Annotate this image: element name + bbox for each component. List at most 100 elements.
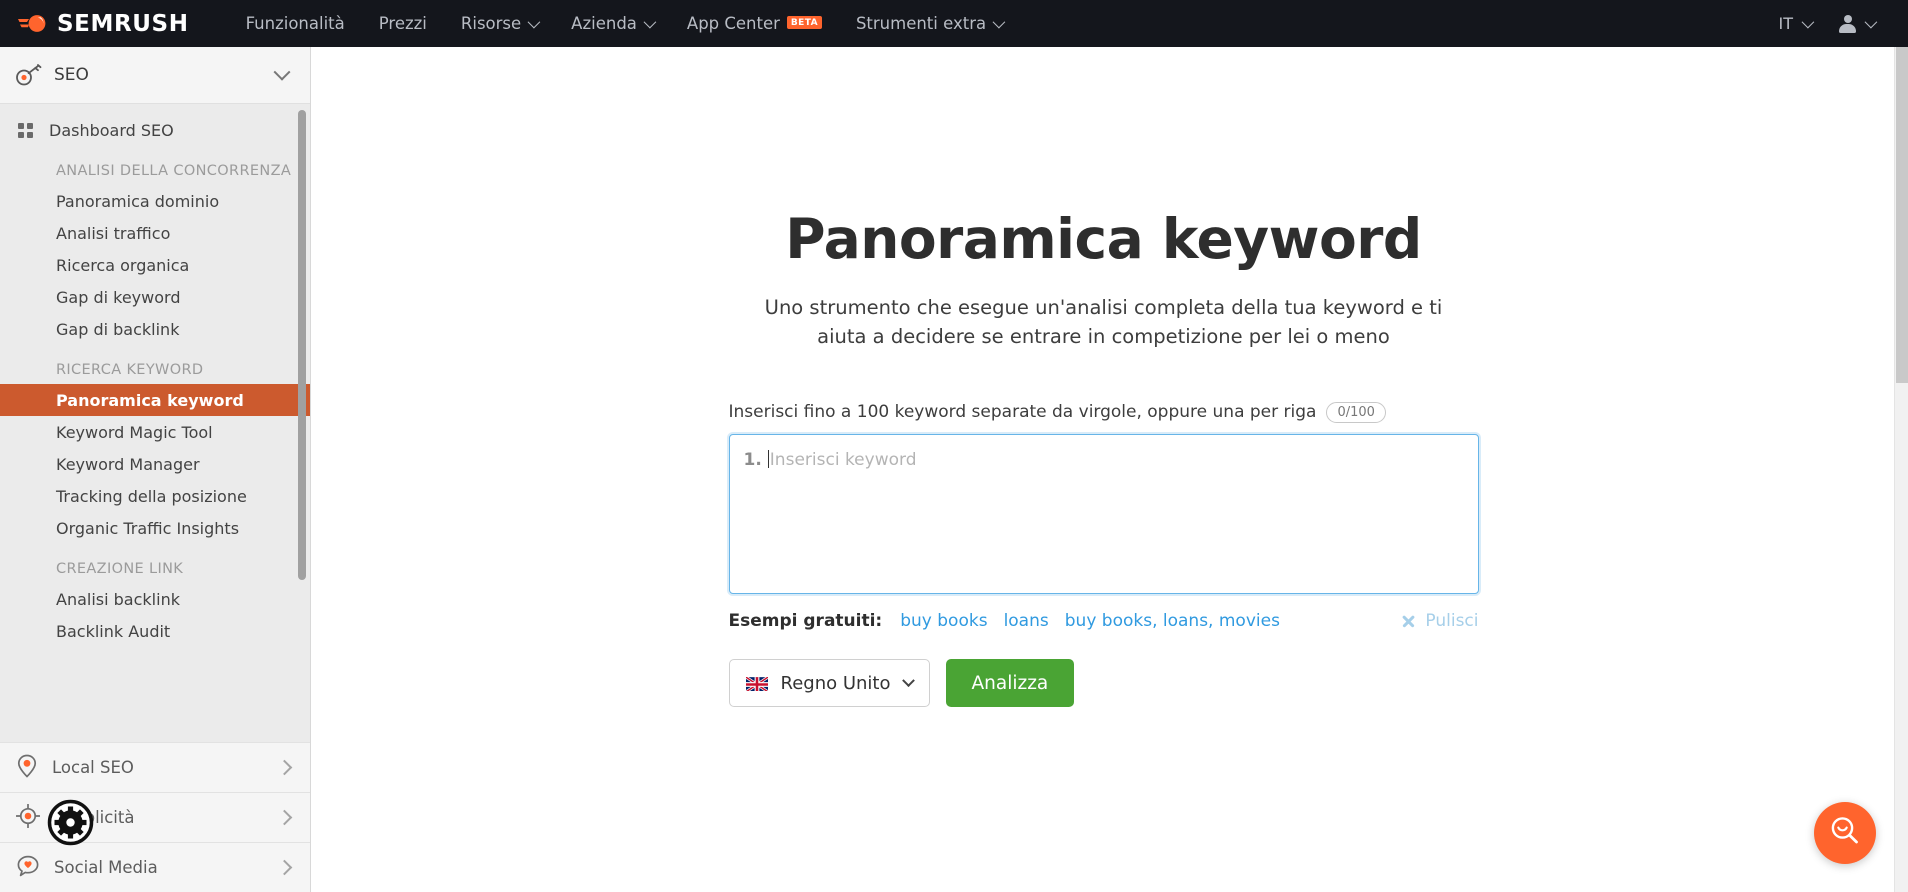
example-link-loans[interactable]: loans	[1004, 611, 1049, 631]
sidebar: SEO Dashboard SEO ANALISI DELLA CONCORRE…	[0, 47, 311, 892]
topnav-item-azienda[interactable]: Azienda	[554, 0, 670, 47]
line-number: 1.	[743, 450, 762, 471]
sidebar-item-keyword-magic-tool[interactable]: Keyword Magic Tool	[0, 416, 310, 448]
top-navigation: Funzionalità Prezzi Risorse Azienda App …	[229, 0, 1020, 47]
sidebar-item-label: Panoramica dominio	[56, 191, 220, 211]
top-header-right: IT	[1767, 0, 1908, 47]
keyword-counter-badge: 0/100	[1326, 401, 1386, 424]
page-subtitle: Uno strumento che esegue un'analisi comp…	[764, 296, 1443, 349]
account-menu[interactable]	[1827, 0, 1886, 47]
sidebar-group-analisi-concorrenza: ANALISI DELLA CONCORRENZA	[56, 163, 292, 179]
sidebar-item-label: Ricerca organica	[56, 255, 190, 275]
sidebar-item-ricerca-organica[interactable]: Ricerca organica	[0, 249, 310, 281]
clear-button[interactable]: Pulisci	[1401, 611, 1478, 631]
semrush-logo[interactable]: SEMRUSH	[18, 11, 189, 37]
sidebar-item-dashboard-seo[interactable]: Dashboard SEO	[0, 114, 310, 146]
topnav-label: Azienda	[571, 14, 637, 33]
top-header: SEMRUSH Funzionalità Prezzi Risorse Azie…	[0, 0, 1908, 47]
chevron-down-icon	[1801, 15, 1815, 29]
grid-icon	[18, 122, 33, 138]
topnav-item-app-center[interactable]: App Center BETA	[670, 0, 839, 47]
language-label: IT	[1778, 14, 1794, 33]
page-scrollbar-thumb[interactable]	[1896, 47, 1908, 383]
chevron-right-icon	[276, 859, 293, 876]
chevron-right-icon	[276, 809, 293, 826]
chevron-down-icon	[643, 15, 657, 29]
sidebar-item-organic-traffic-insights[interactable]: Organic Traffic Insights	[0, 512, 310, 544]
chevron-down-icon	[992, 15, 1006, 29]
sidebar-nav-scroll: Dashboard SEO ANALISI DELLA CONCORRENZA …	[0, 104, 310, 742]
sidebar-item-keyword-manager[interactable]: Keyword Manager	[0, 448, 310, 480]
keyword-input-textarea[interactable]: 1. Inserisci keyword	[728, 434, 1479, 595]
logo-wordmark: SEMRUSH	[57, 10, 189, 37]
sidebar-section-label: SEO	[54, 65, 89, 85]
country-select[interactable]: Regno Unito	[728, 659, 930, 708]
sidebar-item-label: Panoramica keyword	[56, 390, 244, 410]
analyze-button[interactable]: Analizza	[945, 659, 1075, 708]
form-instruction-row: Inserisci fino a 100 keyword separate da…	[728, 401, 1479, 424]
sidebar-item-label: Keyword Magic Tool	[56, 422, 213, 442]
sidebar-item-backlink-audit[interactable]: Backlink Audit	[0, 615, 310, 647]
sidebar-group-ricerca-keyword: RICERCA KEYWORD	[56, 362, 204, 379]
text-caret	[767, 450, 769, 469]
sidebar-footer-sections: Local SEO Pubblicità Social Media	[0, 742, 310, 892]
sidebar-item-label: Pubblicità	[54, 808, 135, 827]
sidebar-group-creazione-link: CREAZIONE LINK	[56, 561, 184, 578]
main-content: Panoramica keyword Uno strumento che ese…	[311, 47, 1896, 892]
sidebar-section-seo-toggle[interactable]: SEO	[0, 47, 310, 104]
sidebar-item-label: Backlink Audit	[56, 621, 171, 641]
sidebar-item-label: Analisi backlink	[56, 589, 180, 609]
topnav-item-risorse[interactable]: Risorse	[444, 0, 554, 47]
sidebar-item-panoramica-keyword[interactable]: Panoramica keyword	[0, 384, 310, 417]
chevron-down-icon	[901, 674, 915, 687]
sidebar-item-label: Dashboard SEO	[49, 120, 174, 140]
page-title: Panoramica keyword	[785, 207, 1422, 271]
topnav-item-funzionalita[interactable]: Funzionalità	[229, 0, 362, 47]
actions-row: Regno Unito Analizza	[728, 659, 1479, 708]
key-icon	[14, 64, 44, 86]
sidebar-scrollbar-thumb[interactable]	[298, 110, 306, 580]
sidebar-item-analisi-traffico[interactable]: Analisi traffico	[0, 217, 310, 249]
clear-button-label: Pulisci	[1425, 611, 1479, 632]
uk-flag-icon	[745, 675, 768, 691]
textarea-first-line: 1. Inserisci keyword	[744, 447, 1464, 470]
examples-label: Esempi gratuiti:	[728, 611, 883, 632]
sidebar-item-social-media[interactable]: Social Media	[0, 842, 310, 892]
sidebar-item-label: Organic Traffic Insights	[56, 518, 240, 538]
country-select-value: Regno Unito	[780, 672, 891, 694]
target-icon	[15, 803, 41, 832]
sidebar-item-panoramica-dominio[interactable]: Panoramica dominio	[0, 185, 310, 217]
topnav-label: App Center	[686, 14, 780, 33]
sidebar-item-pubblicita[interactable]: Pubblicità	[0, 792, 310, 842]
search-fab-button[interactable]	[1814, 802, 1876, 864]
semrush-comet-icon	[18, 11, 48, 37]
close-x-icon	[1401, 614, 1416, 629]
chevron-down-icon	[1864, 15, 1878, 29]
topnav-label: Risorse	[460, 14, 522, 33]
sidebar-item-label: Analisi traffico	[56, 223, 171, 243]
language-selector[interactable]: IT	[1767, 0, 1824, 47]
sidebar-item-label: Gap di keyword	[56, 287, 181, 307]
textarea-placeholder: Inserisci keyword	[769, 450, 917, 471]
sidebar-item-tracking-della-posizione[interactable]: Tracking della posizione	[0, 480, 310, 512]
map-pin-icon	[16, 754, 38, 782]
form-instruction-text: Inserisci fino a 100 keyword separate da…	[728, 402, 1317, 423]
sidebar-item-label: Local SEO	[52, 758, 134, 777]
sidebar-item-gap-di-backlink[interactable]: Gap di backlink	[0, 313, 310, 345]
beta-badge: BETA	[786, 16, 822, 29]
sidebar-item-gap-di-keyword[interactable]: Gap di keyword	[0, 281, 310, 313]
page-scrollbar[interactable]	[1894, 47, 1908, 892]
chevron-down-icon[interactable]	[273, 63, 291, 81]
chat-heart-icon	[16, 854, 40, 882]
user-avatar-icon	[1839, 14, 1856, 33]
example-link-buy-books[interactable]: buy books	[900, 611, 987, 631]
example-link-buy-books-loans-movies[interactable]: buy books, loans, movies	[1065, 611, 1280, 631]
topnav-item-strumenti-extra[interactable]: Strumenti extra	[839, 0, 1019, 47]
chevron-down-icon	[527, 15, 541, 29]
search-smile-icon	[1828, 814, 1862, 852]
topnav-item-prezzi[interactable]: Prezzi	[362, 0, 444, 47]
topnav-label: Funzionalità	[245, 14, 345, 33]
sidebar-item-local-seo[interactable]: Local SEO	[0, 742, 310, 792]
sidebar-item-analisi-backlink[interactable]: Analisi backlink	[0, 583, 310, 615]
sidebar-item-label: Gap di backlink	[56, 319, 180, 339]
